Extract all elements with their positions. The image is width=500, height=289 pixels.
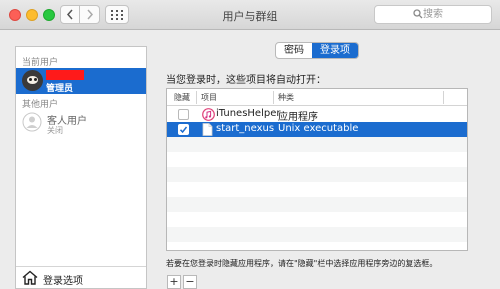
users-sidebar: 当前用户 管理员 其他用户 客人用户 关闭 登录选项 (15, 46, 147, 289)
zoom-window-button[interactable] (43, 9, 55, 21)
empty-row (167, 227, 467, 242)
hide-hint-text: 若要在您登录时隐藏应用程序，请在"隐藏"栏中选择应用程序旁边的复选框。 (166, 259, 438, 268)
chevron-left-icon (66, 9, 73, 20)
empty-row (167, 137, 467, 152)
user-role: 管理员 (46, 84, 74, 94)
avatar (22, 70, 43, 91)
hide-checkbox[interactable] (178, 109, 189, 120)
document-icon (202, 123, 213, 136)
guest-user-status: 关闭 (47, 126, 63, 135)
current-user-row[interactable]: 管理员 (16, 68, 146, 94)
checkmark-icon (179, 126, 188, 134)
forward-button[interactable] (80, 5, 100, 24)
item-kind: Unix executable (278, 123, 359, 134)
back-button[interactable] (60, 5, 80, 24)
login-items-description: 当您登录时，这些项目将自动打开： (166, 75, 326, 86)
tab-login-items[interactable]: 登录项 (312, 43, 358, 58)
title-bar: 用户与群组 (0, 0, 500, 30)
column-header-hide[interactable]: 隐藏 (174, 92, 190, 103)
table-header: 隐藏 项目 种类 (167, 89, 467, 106)
empty-row (167, 152, 467, 167)
current-users-label: 当前用户 (22, 58, 59, 68)
minimize-window-button[interactable] (26, 9, 38, 21)
tab-bar: 密码 登录项 (275, 42, 359, 59)
table-row[interactable]: iTunesHelper 应用程序 (167, 107, 467, 123)
empty-row (167, 212, 467, 227)
tab-password[interactable]: 密码 (276, 43, 312, 58)
search-icon (413, 9, 423, 19)
show-all-button[interactable] (105, 5, 129, 24)
empty-row (167, 197, 467, 212)
grid-icon (111, 9, 123, 20)
search-field[interactable] (374, 5, 492, 24)
login-options-label: 登录选项 (43, 276, 83, 287)
login-items-table: 隐藏 项目 种类 iTunesHelper 应用程序 start_nexus U… (166, 88, 468, 251)
add-item-button[interactable]: + (167, 275, 181, 289)
itunes-icon (202, 108, 215, 121)
item-name: start_nexus (216, 123, 275, 134)
window-title: 用户与群组 (222, 10, 278, 23)
item-name: iTunesHelper (216, 108, 281, 119)
guest-user-row[interactable]: 客人用户 关闭 (16, 109, 146, 135)
close-window-button[interactable] (9, 9, 21, 21)
search-input[interactable] (423, 7, 489, 22)
column-header-item[interactable]: 项目 (201, 92, 217, 103)
table-row[interactable]: start_nexus Unix executable (167, 122, 467, 137)
empty-row (167, 182, 467, 197)
house-icon (22, 270, 38, 285)
item-kind: 应用程序 (278, 112, 318, 123)
empty-row (167, 167, 467, 182)
column-header-kind[interactable]: 种类 (278, 92, 294, 103)
chevron-right-icon (86, 9, 93, 20)
guest-user-icon (22, 112, 42, 132)
hide-checkbox[interactable] (178, 124, 189, 135)
redacted-username (46, 70, 84, 80)
remove-item-button[interactable]: − (183, 275, 197, 289)
login-options-item[interactable]: 登录选项 (16, 266, 146, 288)
